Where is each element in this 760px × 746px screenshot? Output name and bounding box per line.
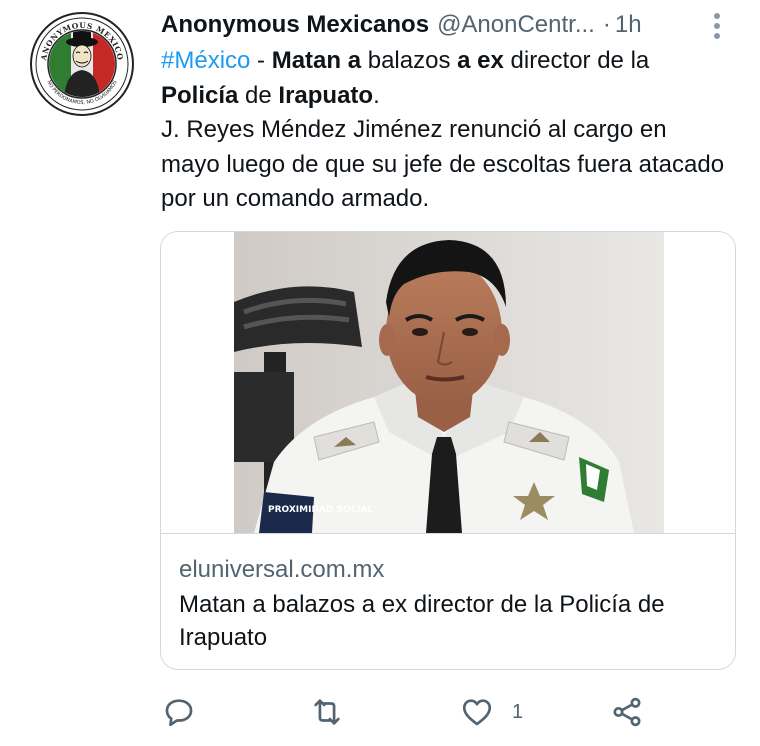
text-2: director de la — [503, 47, 650, 74]
text-bold-1: Matan a — [271, 47, 362, 74]
retweet-button[interactable] — [310, 692, 344, 732]
tweet-body-text: J. Reyes Méndez Jiménez renunció al carg… — [161, 116, 725, 212]
tweet-actions: 1 — [160, 692, 650, 736]
avatar[interactable]: ANONYMOUS MEXICO NO PERDONAMOS, NO OLVID… — [30, 12, 134, 116]
tweet-content: Anonymous Mexicanos @AnonCentr... · 1h #… — [161, 8, 741, 217]
user-handle[interactable]: @AnonCentr... — [437, 11, 595, 39]
officer-photo: PROXIMIDAD SOCIAL — [234, 232, 664, 533]
display-name[interactable]: Anonymous Mexicanos — [161, 11, 429, 39]
text-3: de — [238, 81, 279, 109]
text-1: balazos — [361, 47, 458, 74]
tweet-header: Anonymous Mexicanos @AnonCentr... · 1h — [161, 8, 741, 42]
text-bold-4: Irapuato — [278, 81, 374, 109]
card-image: PROXIMIDAD SOCIAL — [161, 232, 735, 533]
share-button[interactable] — [610, 692, 644, 732]
header-separator: · — [602, 11, 611, 38]
link-card[interactable]: PROXIMIDAD SOCIAL eluniversal.com.mx Mat… — [160, 231, 736, 670]
share-icon — [613, 697, 641, 727]
tweet-timestamp[interactable]: 1h — [615, 11, 642, 39]
retweet-icon — [314, 699, 340, 725]
uniform-badge-text: PROXIMIDAD SOCIAL — [268, 505, 374, 515]
reply-icon — [165, 699, 193, 727]
text-dash: - — [250, 47, 272, 74]
text-bold-3: Policía — [161, 81, 239, 109]
card-domain: eluniversal.com.mx — [179, 556, 385, 583]
text-bold-2: a ex — [457, 47, 504, 74]
anonymous-mexico-logo: ANONYMOUS MEXICO NO PERDONAMOS, NO OLVID… — [34, 16, 130, 112]
like-button[interactable]: 1 — [460, 692, 523, 732]
text-4: . — [373, 81, 380, 109]
tweet-text: #México - Matan a balazos a ex director … — [161, 44, 731, 217]
more-options-icon[interactable] — [707, 10, 727, 42]
card-info: eluniversal.com.mx Matan a balazos a ex … — [161, 533, 735, 669]
card-title: Matan a balazos a ex director de la Poli… — [179, 591, 665, 651]
like-count: 1 — [512, 700, 524, 723]
hashtag-link[interactable]: #México — [161, 47, 250, 74]
heart-icon — [462, 699, 492, 726]
reply-button[interactable] — [162, 692, 196, 732]
